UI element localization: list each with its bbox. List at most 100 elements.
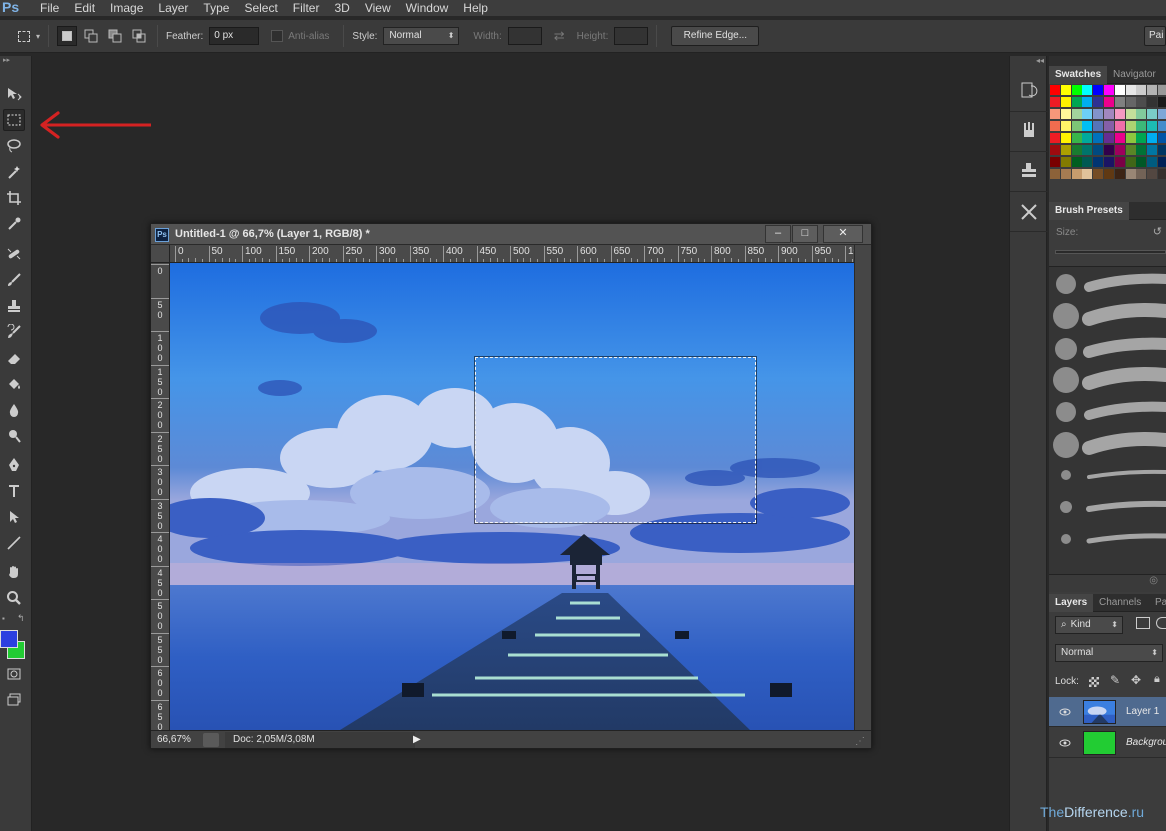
blend-mode-select[interactable]: Normal ⬍ xyxy=(1055,644,1163,662)
resize-grip-icon[interactable]: ⋰ xyxy=(855,736,865,747)
close-button[interactable]: ✕ xyxy=(823,225,863,243)
menu-select[interactable]: Select xyxy=(238,1,286,15)
color-swatch[interactable] xyxy=(1060,133,1071,143)
history-icon[interactable] xyxy=(1019,80,1039,100)
lock-all-icon[interactable]: 🔒︎ xyxy=(1154,673,1160,686)
color-swatch[interactable] xyxy=(1104,109,1114,119)
color-swatch[interactable] xyxy=(1147,157,1158,167)
tab-swatches[interactable]: Swatches xyxy=(1049,66,1108,84)
color-swatch[interactable] xyxy=(1147,169,1158,179)
color-swatch[interactable] xyxy=(1060,85,1071,95)
color-swatch[interactable] xyxy=(1125,133,1136,143)
layer-row-background[interactable]: Backgrou xyxy=(1049,728,1166,758)
antialias-checkbox[interactable] xyxy=(271,30,284,42)
restore-button[interactable]: □ xyxy=(792,225,818,243)
default-colors-icon[interactable]: ▪ xyxy=(2,614,5,623)
color-swatch[interactable] xyxy=(1093,157,1104,167)
brush-tool[interactable] xyxy=(3,269,25,291)
swatches-grid[interactable] xyxy=(1050,85,1166,185)
refine-edge-button[interactable]: Refine Edge... xyxy=(671,26,760,46)
tool-preset-picker[interactable] xyxy=(14,26,34,46)
blur-tool[interactable] xyxy=(3,399,25,421)
color-swatch[interactable] xyxy=(1114,97,1125,107)
color-swatch[interactable] xyxy=(1125,97,1136,107)
color-swatch[interactable] xyxy=(1136,109,1147,119)
color-swatch[interactable] xyxy=(1136,133,1147,143)
color-swatch[interactable] xyxy=(1082,157,1093,167)
size-slider[interactable] xyxy=(1055,250,1166,254)
color-swatch[interactable] xyxy=(1082,169,1093,179)
color-swatch[interactable] xyxy=(1050,97,1060,107)
color-swatch[interactable] xyxy=(1093,133,1104,143)
document-title-bar[interactable]: Ps Untitled-1 @ 66,7% (Layer 1, RGB/8) *… xyxy=(151,224,871,245)
move-tool[interactable] xyxy=(3,83,25,105)
lock-transparency-icon[interactable] xyxy=(1089,677,1099,687)
path-selection-tool[interactable] xyxy=(3,506,25,528)
color-swatch[interactable] xyxy=(1071,85,1082,95)
brush-presets-icon[interactable] xyxy=(1019,120,1039,140)
foreground-color-swatch[interactable] xyxy=(0,630,18,648)
menu-type[interactable]: Type xyxy=(197,1,238,15)
color-swatch[interactable] xyxy=(1050,145,1060,155)
color-swatch[interactable] xyxy=(1050,85,1060,95)
color-swatch[interactable] xyxy=(1104,97,1114,107)
color-swatch[interactable] xyxy=(1082,133,1093,143)
swap-icon[interactable]: ⇄ xyxy=(554,28,565,44)
color-swatch[interactable] xyxy=(1060,109,1071,119)
ruler-origin[interactable] xyxy=(151,245,170,263)
color-swatch[interactable] xyxy=(1104,133,1114,143)
zoom-level[interactable]: 66,67% xyxy=(151,734,203,745)
paint-button[interactable]: Pai xyxy=(1144,26,1166,46)
color-swatch[interactable] xyxy=(1050,109,1060,119)
lasso-tool[interactable] xyxy=(3,135,25,157)
image-filter-icon[interactable] xyxy=(1136,617,1150,629)
color-swatch[interactable] xyxy=(1093,109,1104,119)
color-swatch[interactable] xyxy=(1125,145,1136,155)
menu-filter[interactable]: Filter xyxy=(287,1,329,15)
screen-mode-button[interactable] xyxy=(3,689,25,711)
color-swatch[interactable] xyxy=(1114,169,1125,179)
color-swatch[interactable] xyxy=(1125,85,1136,95)
type-tool[interactable] xyxy=(3,480,25,502)
color-swatch[interactable] xyxy=(1158,97,1166,107)
quick-mask-button[interactable] xyxy=(3,663,25,685)
color-swatch[interactable] xyxy=(1093,85,1104,95)
canvas[interactable] xyxy=(170,263,854,730)
color-swatch[interactable] xyxy=(1125,157,1136,167)
eye-icon[interactable] xyxy=(1059,737,1071,749)
tab-paths[interactable]: Pa xyxy=(1149,594,1166,612)
color-swatch[interactable] xyxy=(1147,121,1158,131)
menu-image[interactable]: Image xyxy=(104,1,152,15)
color-swatch[interactable] xyxy=(1071,121,1082,131)
vertical-scrollbar[interactable] xyxy=(854,245,871,730)
color-swatch[interactable] xyxy=(1114,121,1125,131)
menu-file[interactable]: File xyxy=(34,1,68,15)
horizontal-ruler[interactable]: 0 50 100 150 200 250 300 350 400 450 500 550 600 650 7… xyxy=(170,245,854,263)
color-swatch[interactable] xyxy=(1158,85,1166,95)
eyedropper-tool[interactable] xyxy=(3,213,25,235)
color-swatch[interactable] xyxy=(1082,145,1093,155)
menu-layer[interactable]: Layer xyxy=(152,1,197,15)
color-swatch[interactable] xyxy=(1125,109,1136,119)
color-swatch[interactable] xyxy=(1158,133,1166,143)
hand-tool[interactable] xyxy=(3,561,25,583)
clone-stamp-tool[interactable] xyxy=(3,295,25,317)
rectangular-marquee-tool[interactable] xyxy=(3,109,25,131)
zoom-tool[interactable] xyxy=(3,587,25,609)
color-swatch[interactable] xyxy=(1114,133,1125,143)
color-swatch[interactable] xyxy=(1147,133,1158,143)
crop-tool[interactable] xyxy=(3,187,25,209)
color-swatch[interactable] xyxy=(1060,157,1071,167)
menu-window[interactable]: Window xyxy=(400,1,458,15)
menu-3d[interactable]: 3D xyxy=(328,1,358,15)
color-swatch[interactable] xyxy=(1093,121,1104,131)
color-swatch[interactable] xyxy=(1114,157,1125,167)
color-swatch[interactable] xyxy=(1082,109,1093,119)
color-swatch[interactable] xyxy=(1136,121,1147,131)
add-selection-button[interactable] xyxy=(81,26,101,46)
eraser-tool[interactable] xyxy=(3,347,25,369)
color-swatch[interactable] xyxy=(1060,97,1071,107)
vertical-ruler[interactable]: 0 50 100 150 200 250 300 350 400 450 500 550 600 650 xyxy=(151,263,170,730)
color-swatch[interactable] xyxy=(1060,169,1071,179)
color-swatch[interactable] xyxy=(1071,157,1082,167)
